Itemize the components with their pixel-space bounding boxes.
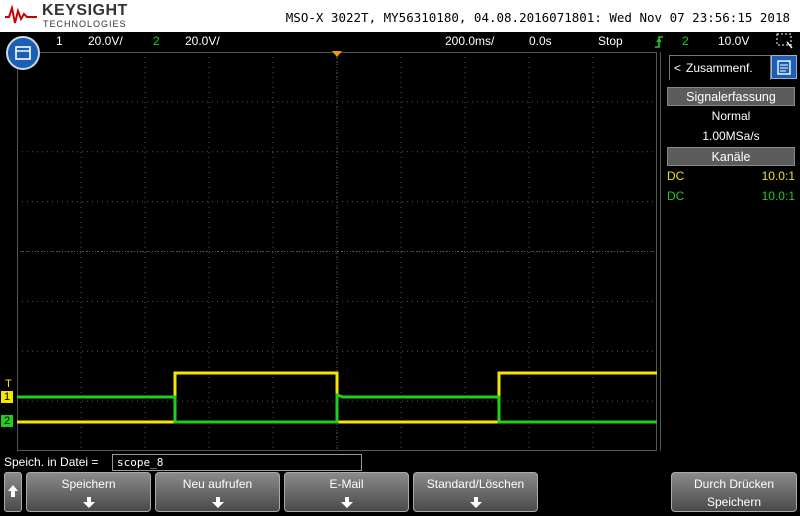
default-erase-softkey-label: Standard/Löschen [426, 477, 525, 491]
save-to-file-label: Speich. in Datei = [4, 455, 99, 469]
instrument-info: MSO-X 3022T, MY56310180, 04.08.201607180… [285, 10, 790, 25]
trigger-source[interactable]: 2 [682, 34, 689, 48]
trigger-level-marker[interactable]: T [0, 378, 17, 390]
press-to-save-label-2: Speichern [706, 495, 762, 509]
waveform-display[interactable] [17, 52, 657, 451]
press-to-save-softkey[interactable]: Durch Drücken Speichern [671, 472, 797, 512]
press-to-save-label: Durch Drücken [693, 477, 775, 491]
default-erase-softkey[interactable]: Standard/Löschen [413, 472, 538, 512]
trigger-edge-icon [655, 36, 663, 48]
up-arrow-icon [8, 485, 18, 497]
summary-panel: < Zusammenf. Signalerfassung Normal 1.00… [660, 52, 800, 451]
ch1-number[interactable]: 1 [56, 34, 63, 48]
panel-icon-glyph [777, 60, 791, 75]
back-button[interactable] [4, 472, 22, 512]
tab-summary-label: Zusammenf. [686, 61, 753, 75]
brand-subtitle: TECHNOLOGIES [43, 19, 127, 29]
ch1-coupling: DC [667, 169, 685, 183]
keysight-logo: KEYSIGHT TECHNOLOGIES [4, 2, 134, 30]
display-icon[interactable] [776, 33, 794, 49]
ch2-probe: 10.0:1 [761, 189, 795, 203]
save-softkey-label: Speichern [61, 477, 116, 491]
status-bar: 1 20.0V/ 2 20.0V/ 200.0ms/ 0.0s Stop 2 1… [0, 32, 800, 52]
down-arrow-icon [469, 497, 482, 508]
ch2-coupling: DC [667, 189, 685, 203]
ch1-scale[interactable]: 20.0V/ [88, 34, 123, 48]
ch2-number[interactable]: 2 [153, 34, 160, 48]
main-menu-button[interactable] [6, 36, 40, 70]
trigger-level[interactable]: 10.0V [718, 34, 749, 48]
ch1-ground-marker[interactable]: 1 [1, 391, 13, 403]
brand-name: KEYSIGHT [42, 2, 128, 19]
acquisition-header[interactable]: Signalerfassung [667, 87, 795, 106]
down-arrow-icon [82, 497, 95, 508]
title-bar: KEYSIGHT TECHNOLOGIES MSO-X 3022T, MY563… [0, 0, 800, 32]
down-arrow-icon [211, 497, 224, 508]
keysight-logo-icon [5, 5, 37, 24]
ch2-scale[interactable]: 20.0V/ [185, 34, 220, 48]
recall-softkey[interactable]: Neu aufrufen [155, 472, 280, 512]
ch1-probe: 10.0:1 [761, 169, 795, 183]
ch2-ground-marker[interactable]: 2 [1, 415, 13, 427]
filename-field[interactable]: scope_8 [112, 454, 362, 471]
time-delay[interactable]: 0.0s [529, 34, 552, 48]
channels-header[interactable]: Kanäle [667, 147, 795, 166]
save-softkey[interactable]: Speichern [26, 472, 151, 512]
softkey-bar: Speichern Neu aufrufen E-Mail Standard/L… [0, 472, 800, 512]
tab-summary[interactable]: < Zusammenf. [669, 55, 771, 80]
acquisition-mode: Normal [711, 109, 751, 123]
timebase-scale[interactable]: 200.0ms/ [445, 34, 494, 48]
ch2-trace [17, 392, 657, 424]
email-softkey-label: E-Mail [329, 477, 364, 491]
trigger-position-marker[interactable] [332, 51, 342, 57]
chevron-left-icon: < [674, 61, 682, 75]
panel-icon[interactable] [771, 55, 797, 79]
run-state[interactable]: Stop [598, 34, 623, 48]
email-softkey[interactable]: E-Mail [284, 472, 409, 512]
menu-icon [15, 46, 31, 60]
save-bar: Speich. in Datei = scope_8 [0, 452, 800, 472]
recall-softkey-label: Neu aufrufen [182, 477, 253, 491]
down-arrow-icon [340, 497, 353, 508]
sample-rate: 1.00MSa/s [702, 129, 760, 143]
